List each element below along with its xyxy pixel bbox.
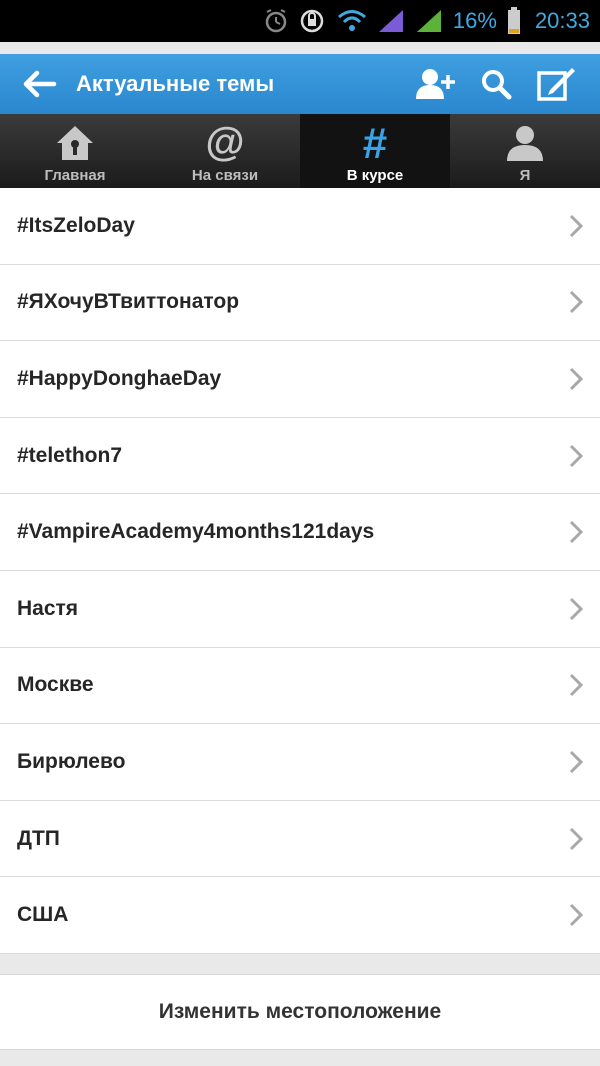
tab-label: Я	[519, 167, 531, 184]
list-item[interactable]: #ItsZeloDay	[0, 188, 600, 265]
profile-icon	[505, 121, 545, 165]
list-item[interactable]: Бирюлево	[0, 724, 600, 801]
trend-label: ДТП	[17, 826, 60, 850]
tab-connect[interactable]: @ На связи	[150, 114, 300, 188]
back-arrow-icon[interactable]	[20, 64, 60, 104]
battery-icon	[507, 7, 521, 35]
search-icon[interactable]	[466, 54, 526, 114]
alarm-icon	[263, 8, 289, 34]
chevron-right-icon	[566, 903, 586, 927]
trend-label: Настя	[17, 596, 79, 620]
sync-icon	[299, 8, 327, 34]
svg-text:#: #	[363, 122, 387, 164]
tab-me[interactable]: Я	[450, 114, 600, 188]
trend-label: #VampireAcademy4months121days	[17, 520, 375, 544]
home-icon	[55, 121, 95, 165]
trend-label: Бирюлево	[17, 749, 126, 773]
chevron-right-icon	[566, 367, 586, 391]
trend-label: #ЯХочуВТвиттонатор	[17, 290, 240, 314]
tab-label: Главная	[44, 167, 106, 184]
signal-icon	[377, 8, 405, 34]
trend-label: #ItsZeloDay	[17, 213, 135, 237]
chevron-right-icon	[566, 444, 586, 468]
battery-percent: 16%	[452, 8, 497, 33]
trend-label: #HappyDonghaeDay	[17, 366, 222, 390]
chevron-right-icon	[566, 750, 586, 774]
at-icon: @	[204, 121, 246, 165]
chevron-right-icon	[566, 673, 586, 697]
tab-discover[interactable]: # В курсе	[300, 114, 450, 188]
tab-home[interactable]: Главная	[0, 114, 150, 188]
page-title: Актуальные темы	[76, 71, 275, 96]
wifi-icon	[337, 9, 367, 33]
list-item[interactable]: США	[0, 877, 600, 954]
signal-icon	[415, 8, 443, 34]
chevron-right-icon	[566, 290, 586, 314]
top-gap	[0, 42, 600, 54]
trend-label: Москве	[17, 673, 94, 697]
hashtag-icon: #	[355, 121, 395, 165]
tab-bar: Главная @ На связи # В курсе Я	[0, 114, 600, 188]
chevron-right-icon	[566, 597, 586, 621]
trends-list: #ItsZeloDay #ЯХочуВТвиттонатор #HappyDon…	[0, 188, 600, 954]
chevron-right-icon	[566, 214, 586, 238]
action-bar: Актуальные темы	[0, 54, 600, 114]
add-user-icon[interactable]	[406, 54, 466, 114]
list-item[interactable]: #telethon7	[0, 418, 600, 495]
list-item[interactable]: #HappyDonghaeDay	[0, 341, 600, 418]
list-item[interactable]: Москве	[0, 648, 600, 725]
change-location-button[interactable]: Изменить местоположение	[0, 973, 600, 1050]
list-item[interactable]: ДТП	[0, 801, 600, 878]
chevron-right-icon	[566, 520, 586, 544]
trend-label: США	[17, 903, 69, 927]
svg-text:@: @	[205, 122, 244, 164]
tab-label: В курсе	[346, 167, 404, 184]
list-item[interactable]: #ЯХочуВТвиттонатор	[0, 265, 600, 342]
compose-icon[interactable]	[526, 54, 586, 114]
status-bar: 16% 20:33	[0, 0, 600, 42]
list-item[interactable]: #VampireAcademy4months121days	[0, 494, 600, 571]
list-item[interactable]: Настя	[0, 571, 600, 648]
clock: 20:33	[534, 8, 590, 33]
tab-label: На связи	[191, 167, 259, 184]
chevron-right-icon	[566, 827, 586, 851]
trend-label: #telethon7	[17, 443, 123, 467]
section-gap	[0, 953, 600, 974]
